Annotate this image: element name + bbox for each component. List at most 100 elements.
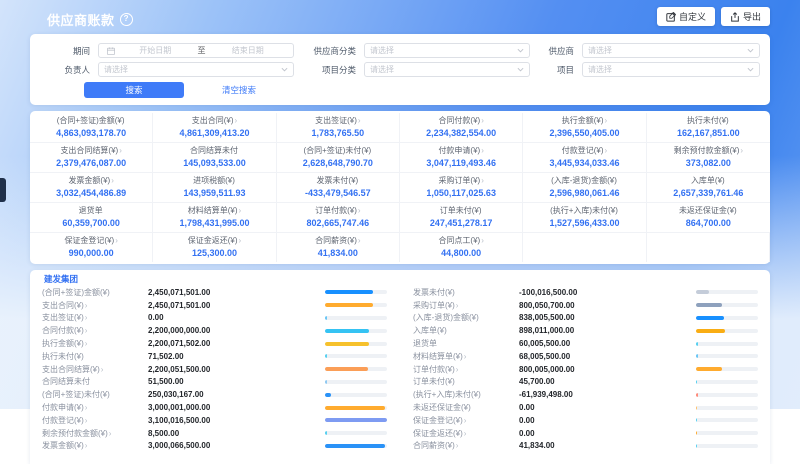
metric-value: -61,939,498.00	[519, 390, 692, 399]
kpi-card[interactable]: 合同薪资(¥)›41,834.00	[277, 233, 400, 262]
metric-value: 45,700.00	[519, 377, 692, 386]
kpi-card[interactable]: 材料结算单(¥)›1,798,431,995.00	[153, 203, 276, 233]
metric-label-text: 付款登记(¥)	[42, 416, 84, 425]
metric-bar	[325, 303, 387, 307]
metric-label[interactable]: 采购订单(¥)›	[413, 300, 519, 311]
clear-search-button[interactable]: 清空搜索	[222, 84, 256, 96]
chevron-right-icon: ›	[605, 116, 608, 125]
date-range-input[interactable]: 开始日期 至 结束日期	[98, 43, 294, 58]
chevron-right-icon: ›	[481, 146, 484, 155]
project-label: 项目	[530, 64, 574, 76]
metric-bar	[325, 342, 387, 346]
metric-value: 2,200,071,502.00	[148, 339, 321, 348]
export-button[interactable]: 导出	[721, 7, 770, 26]
metric-label: (合同+签证)金额(¥)	[42, 287, 148, 298]
metric-label[interactable]: 付款登记(¥)›	[42, 415, 148, 426]
metric-row: 支出合同(¥)›2,450,071,501.00	[42, 299, 387, 312]
kpi-card[interactable]: 执行金额(¥)›2,396,550,405.00	[523, 113, 646, 143]
metric-label[interactable]: 支出合同(¥)›	[42, 300, 148, 311]
kpi-label: 支出合同(¥)	[192, 116, 234, 125]
metric-bar	[696, 444, 758, 448]
metric-value: 2,450,071,501.00	[148, 301, 321, 310]
metric-value: 800,005,000.00	[519, 365, 692, 374]
kpi-card[interactable]: 保证金返还(¥)›125,300.00	[153, 233, 276, 262]
select-placeholder: 请选择	[104, 64, 278, 75]
drawer-handle[interactable]	[0, 178, 6, 202]
metric-row: 合同付款(¥)›2,200,000,000.00	[42, 324, 387, 337]
metric-label-text: 订单付款(¥)	[413, 365, 455, 374]
metric-label-text: 发票未付(¥)	[413, 288, 455, 297]
supplier-category-select[interactable]: 请选择	[364, 43, 530, 58]
supplier-select[interactable]: 请选择	[582, 43, 760, 58]
kpi-card: 发票未付(¥)-433,479,546.57	[277, 173, 400, 203]
kpi-value: 1,527,596,433.00	[525, 218, 643, 228]
metric-bar	[696, 303, 758, 307]
metric-value: 71,502.00	[148, 352, 321, 361]
metric-label[interactable]: 发票金额(¥)›	[42, 440, 148, 451]
metric-label[interactable]: 材料结算单(¥)›	[413, 351, 519, 362]
metric-value: 0.00	[519, 403, 692, 412]
metric-label[interactable]: 合同薪资(¥)›	[413, 440, 519, 451]
kpi-card: (合同+签证)未付(¥)2,628,648,790.70	[277, 143, 400, 173]
kpi-card[interactable]: 支出合同(¥)›4,861,309,413.20	[153, 113, 276, 143]
metric-label[interactable]: 保证金登记(¥)›	[413, 415, 519, 426]
metric-label[interactable]: 执行金额(¥)›	[42, 338, 148, 349]
metric-value: 2,200,051,500.00	[148, 365, 321, 374]
search-button[interactable]: 搜索	[84, 82, 184, 98]
metric-label: 合同结算未付	[42, 376, 148, 387]
page-header: 供应商账款 ? 自定义 导出	[30, 0, 770, 34]
kpi-card[interactable]: 发票金额(¥)›3,032,454,486.89	[30, 173, 153, 203]
customize-button[interactable]: 自定义	[657, 7, 715, 26]
chevron-right-icon: ›	[239, 236, 242, 245]
metric-label-text: 支出合同(¥)	[42, 301, 84, 310]
metric-row: 发票金额(¥)›3,000,066,500.00	[42, 440, 387, 453]
metric-label[interactable]: 剩余预付款金额(¥)›	[42, 428, 148, 439]
kpi-card[interactable]: 支出签证(¥)›1,783,765.50	[277, 113, 400, 143]
metric-label[interactable]: 支出合同结算(¥)›	[42, 364, 148, 375]
metric-label[interactable]: 支出签证(¥)›	[42, 312, 148, 323]
kpi-value: 1,798,431,995.00	[155, 218, 273, 228]
metric-label[interactable]: 订单付款(¥)›	[413, 364, 519, 375]
chevron-right-icon: ›	[456, 441, 459, 450]
kpi-card[interactable]: 合同点工(¥)›44,800.00	[400, 233, 523, 262]
project-category-select[interactable]: 请选择	[364, 62, 530, 77]
export-label: 导出	[743, 10, 761, 23]
chevron-right-icon: ›	[111, 176, 114, 185]
kpi-card[interactable]: 支出合同结算(¥)›2,379,476,087.00	[30, 143, 153, 173]
metric-value: 838,005,500.00	[519, 313, 692, 322]
kpi-card: 执行未付(¥)162,167,851.00	[647, 113, 770, 143]
chevron-right-icon: ›	[119, 146, 122, 155]
metric-row: 支出合同结算(¥)›2,200,051,500.00	[42, 363, 387, 376]
kpi-card[interactable]: 付款登记(¥)›3,445,934,033.46	[523, 143, 646, 173]
metric-value: 41,834.00	[519, 441, 692, 450]
kpi-card[interactable]: 付款申请(¥)›3,047,119,493.46	[400, 143, 523, 173]
owner-label: 负责人	[44, 64, 90, 76]
chevron-right-icon: ›	[85, 313, 88, 322]
metric-label[interactable]: 付款申请(¥)›	[42, 402, 148, 413]
kpi-card[interactable]: 订单付款(¥)›802,665,747.46	[277, 203, 400, 233]
group-title[interactable]: 建发集团	[44, 274, 758, 284]
project-select[interactable]: 请选择	[582, 62, 760, 77]
chevron-right-icon: ›	[481, 176, 484, 185]
calendar-icon	[107, 47, 115, 55]
metric-label[interactable]: 合同付款(¥)›	[42, 325, 148, 336]
metric-bar	[325, 431, 387, 435]
help-icon[interactable]: ?	[120, 13, 133, 26]
metric-label: (合同+签证)未付(¥)	[42, 389, 148, 400]
select-placeholder: 请选择	[370, 64, 514, 75]
kpi-value: 2,628,648,790.70	[279, 158, 397, 168]
metrics-column-left: (合同+签证)金额(¥)2,450,071,501.00 支出合同(¥)›2,4…	[42, 286, 387, 452]
kpi-card[interactable]: 保证金登记(¥)›990,000.00	[30, 233, 153, 262]
chevron-right-icon: ›	[358, 206, 361, 215]
metric-row: 退货单60,005,500.00	[413, 337, 758, 350]
kpi-card[interactable]: 剩余预付款金额(¥)›373,082.00	[647, 143, 770, 173]
kpi-card[interactable]: 合同付款(¥)›2,234,382,554.00	[400, 113, 523, 143]
select-placeholder: 请选择	[588, 45, 744, 56]
metric-label: 退货单	[413, 338, 519, 349]
owner-select[interactable]: 请选择	[98, 62, 294, 77]
metric-bar	[696, 342, 758, 346]
kpi-label: (入库-退货)金额(¥)	[551, 176, 617, 185]
kpi-value: 2,657,339,761.46	[649, 188, 768, 198]
metric-label[interactable]: 保证金返还(¥)›	[413, 428, 519, 439]
kpi-card[interactable]: 采购订单(¥)›1,050,117,025.63	[400, 173, 523, 203]
